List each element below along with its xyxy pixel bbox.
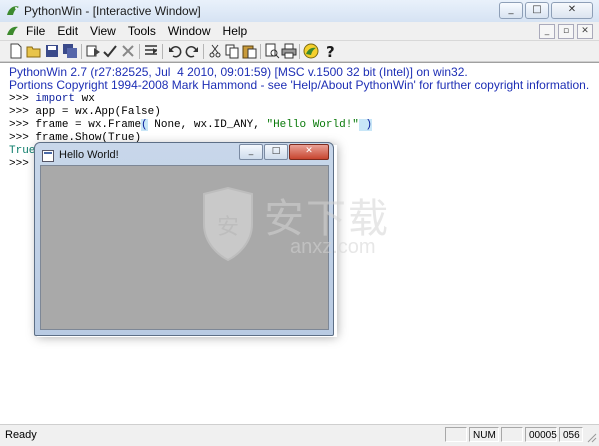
- status-num: NUM: [469, 427, 499, 442]
- check-icon[interactable]: [102, 43, 118, 59]
- run-icon[interactable]: [85, 43, 101, 59]
- print-preview-icon[interactable]: [264, 43, 280, 59]
- pythonwin-icon: [7, 6, 19, 15]
- document-menu-icon[interactable]: [6, 24, 20, 38]
- child-minimize-button[interactable]: _: [239, 144, 263, 160]
- child-maximize-button[interactable]: □: [264, 144, 288, 160]
- status-line: 00005: [525, 427, 557, 442]
- print-icon[interactable]: [281, 43, 297, 59]
- toolbar: ?: [0, 41, 599, 62]
- prompt: >>>: [9, 106, 29, 118]
- prompt: >>>: [9, 132, 29, 144]
- banner-line-1: PythonWin 2.7 (r27:82525, Jul 4 2010, 09…: [9, 65, 468, 79]
- banner-line-2: Portions Copyright 1994-2008 Mark Hammon…: [9, 78, 590, 92]
- save-icon[interactable]: [44, 43, 60, 59]
- watermark-domain: anxz.com: [290, 236, 376, 258]
- output-line: True: [9, 145, 36, 157]
- code-line-2: >>> app = wx.App(False): [9, 106, 161, 118]
- menu-window[interactable]: Window: [168, 24, 211, 38]
- mdi-close-button[interactable]: ✕: [577, 24, 593, 39]
- resize-grip-icon[interactable]: [585, 431, 597, 443]
- status-text: Ready: [5, 429, 37, 441]
- menu-help[interactable]: Help: [223, 24, 248, 38]
- mark-icon[interactable]: [143, 43, 159, 59]
- python-icon[interactable]: [303, 43, 319, 59]
- prompt: >>>: [9, 119, 29, 131]
- code-text: wx: [75, 93, 95, 105]
- status-panel-empty: [445, 427, 467, 442]
- mdi-restore-button[interactable]: ▫: [558, 24, 574, 39]
- frame-icon: [42, 150, 54, 162]
- code-text: app = wx.App(False): [35, 106, 161, 118]
- copy-icon[interactable]: [224, 43, 240, 59]
- cut-icon[interactable]: [207, 43, 223, 59]
- paren-close: ): [358, 119, 373, 131]
- new-file-icon[interactable]: [8, 43, 24, 59]
- code-line-1: >>> import wx: [9, 93, 95, 105]
- svg-text:?: ?: [326, 43, 335, 59]
- code-text: None, wx.ID_ANY,: [147, 119, 267, 131]
- help-icon[interactable]: ?: [322, 43, 338, 59]
- paren-open: (: [141, 119, 148, 131]
- open-folder-icon[interactable]: [26, 43, 42, 59]
- svg-text:安: 安: [217, 215, 239, 240]
- status-bar: Ready NUM 00005 056: [0, 424, 599, 446]
- status-col: 056: [559, 427, 583, 442]
- current-prompt: >>>: [9, 158, 29, 170]
- menu-tools[interactable]: Tools: [128, 24, 156, 38]
- string-literal: "Hello World!": [266, 119, 359, 131]
- menu-view[interactable]: View: [90, 24, 116, 38]
- child-close-button[interactable]: ✕: [289, 144, 329, 160]
- code-line-3: >>> frame = wx.Frame( None, wx.ID_ANY, "…: [9, 119, 373, 131]
- status-panel-empty-2: [501, 427, 523, 442]
- minimize-button[interactable]: _: [499, 2, 523, 19]
- paste-icon[interactable]: [241, 43, 257, 59]
- hello-world-title: Hello World!: [59, 149, 119, 161]
- mdi-minimize-button[interactable]: _: [539, 24, 555, 39]
- menu-bar: File Edit View Tools Window Help _ ▫ ✕: [0, 22, 599, 41]
- watch-icon[interactable]: [120, 43, 136, 59]
- title-bar[interactable]: PythonWin - [Interactive Window] _ □ ✕: [0, 0, 599, 23]
- menu-edit[interactable]: Edit: [57, 24, 78, 38]
- close-button[interactable]: ✕: [551, 2, 593, 19]
- maximize-button[interactable]: □: [525, 2, 549, 19]
- save-all-icon[interactable]: [62, 43, 78, 59]
- watermark: 安 安下载 anxz.com: [186, 184, 406, 270]
- undo-icon[interactable]: [167, 43, 183, 59]
- code-text: frame = wx.Frame: [35, 119, 142, 131]
- menu-file[interactable]: File: [26, 24, 45, 38]
- keyword-import: import: [35, 93, 76, 105]
- redo-icon[interactable]: [184, 43, 200, 59]
- prompt: >>>: [9, 93, 29, 105]
- window-title: PythonWin - [Interactive Window]: [24, 4, 201, 18]
